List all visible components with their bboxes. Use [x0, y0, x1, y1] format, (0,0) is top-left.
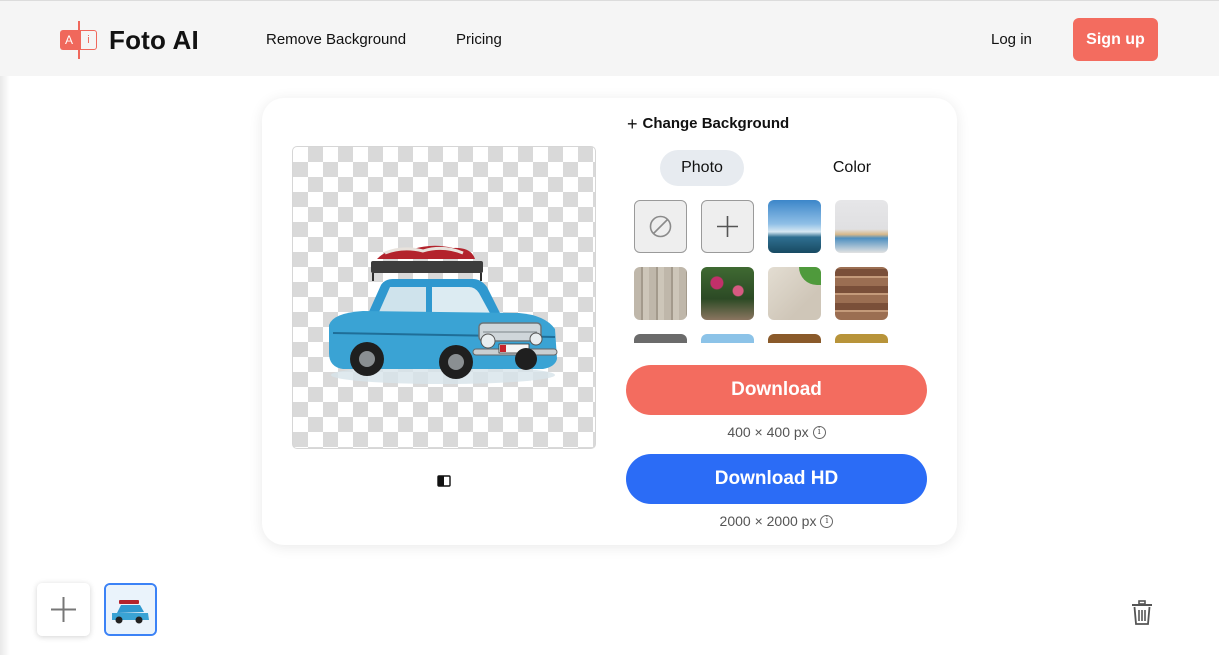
change-background-label: Change Background — [642, 115, 790, 132]
background-wood-planks-tile[interactable] — [634, 267, 687, 320]
add-background-tile[interactable] — [701, 200, 754, 253]
car-thumbnail-image — [106, 585, 155, 634]
background-sky-tile[interactable] — [701, 334, 754, 343]
image-thumbnail[interactable] — [104, 583, 157, 636]
download-hd-size: 2000 × 2000 px — [719, 513, 817, 529]
page-edge — [0, 0, 10, 655]
info-icon[interactable]: i — [820, 514, 834, 528]
plus-icon — [51, 597, 76, 622]
background-plaster-tile[interactable] — [768, 267, 821, 320]
no-background-tile[interactable] — [634, 200, 687, 253]
trash-icon[interactable] — [1131, 600, 1153, 626]
car-image — [329, 245, 558, 384]
signup-button[interactable]: Sign up — [1073, 18, 1158, 61]
leaf-decoration — [799, 267, 821, 285]
tab-color[interactable]: Color — [810, 150, 894, 186]
plus-icon: + — [627, 113, 638, 134]
change-background-heading[interactable]: + Change Background — [627, 113, 790, 134]
download-hd-size-note: 2000 × 2000 px i — [626, 513, 927, 529]
download-hd-button[interactable]: Download HD — [626, 454, 927, 504]
nav-pricing[interactable]: Pricing — [456, 31, 502, 48]
top-nav: A i Foto AI Remove Background Pricing Lo… — [0, 0, 1219, 76]
logo[interactable]: A i Foto AI — [60, 21, 199, 59]
background-wood-tile[interactable] — [768, 334, 821, 343]
login-link[interactable]: Log in — [991, 31, 1032, 48]
editor-card: + Change Background Photo Color Download — [262, 98, 957, 545]
brand-name: Foto AI — [109, 24, 199, 55]
compare-toggle-icon[interactable] — [437, 475, 451, 487]
logo-letter-a: A — [60, 30, 78, 50]
logo-icon: A i — [60, 21, 98, 59]
add-icon — [717, 216, 738, 237]
nav-remove-background[interactable]: Remove Background — [266, 31, 406, 48]
logo-letter-i: i — [80, 30, 97, 50]
background-grid[interactable] — [634, 200, 894, 343]
tab-photo[interactable]: Photo — [660, 150, 744, 186]
download-size: 400 × 400 px — [727, 424, 809, 440]
info-icon[interactable]: i — [812, 425, 826, 439]
background-bricks-tile[interactable] — [835, 267, 888, 320]
download-size-note: 400 × 400 px i — [626, 424, 927, 440]
background-texture-tile[interactable] — [835, 334, 888, 343]
background-stone-tile[interactable] — [634, 334, 687, 343]
background-sea-tile[interactable] — [768, 200, 821, 253]
no-background-icon — [649, 215, 672, 238]
image-preview[interactable] — [292, 146, 596, 449]
background-pencils-tile[interactable] — [835, 200, 888, 253]
download-button[interactable]: Download — [626, 365, 927, 415]
background-flowers-tile[interactable] — [701, 267, 754, 320]
add-image-button[interactable] — [37, 583, 90, 636]
